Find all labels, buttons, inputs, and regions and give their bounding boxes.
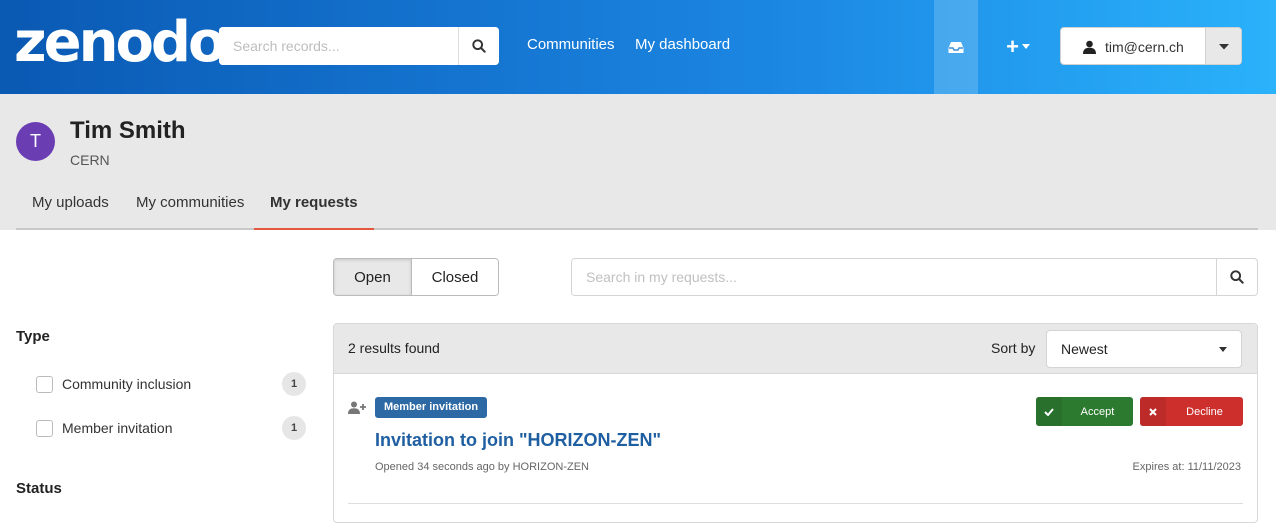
caret-down-icon [1219, 347, 1227, 352]
inbox-icon [948, 41, 964, 53]
profile-name: Tim Smith [70, 117, 186, 144]
tab-my-uploads[interactable]: My uploads [16, 190, 125, 230]
dashboard-tabs: My uploads My communities My requests [16, 190, 1258, 230]
profile-organization: CERN [70, 152, 110, 168]
tab-my-communities[interactable]: My communities [120, 190, 260, 230]
sort-select[interactable]: Newest [1046, 330, 1242, 368]
facet-type-title: Type [16, 328, 50, 345]
new-upload-menu[interactable]: + [1000, 33, 1036, 61]
open-button[interactable]: Open [334, 259, 412, 295]
tab-my-requests[interactable]: My requests [254, 190, 374, 230]
request-expires: Expires at: 11/11/2023 [1132, 461, 1241, 473]
facet-checkbox[interactable] [36, 375, 53, 393]
requests-search-button[interactable] [1216, 259, 1257, 295]
global-search-input[interactable] [219, 27, 458, 65]
facet-label: Member invitation [62, 420, 173, 436]
results-count: 2 results found [348, 340, 440, 356]
user-plus-icon [348, 401, 366, 414]
decline-button-label: Decline [1186, 405, 1223, 418]
user-email: tim@cern.ch [1105, 39, 1184, 55]
request-meta: Opened 34 seconds ago by HORIZON-ZEN [375, 461, 589, 473]
requests-inbox-button[interactable] [934, 0, 978, 94]
sort-by-label: Sort by [991, 340, 1036, 356]
check-icon [1036, 397, 1062, 426]
requests-search-input[interactable] [572, 259, 1217, 295]
facet-status-title: Status [16, 480, 62, 497]
facet-item-member-invitation[interactable]: Member invitation 1 [36, 416, 306, 440]
zenodo-logo[interactable]: zenodo [14, 14, 226, 72]
search-icon [472, 39, 486, 53]
user-menu-button[interactable]: tim@cern.ch [1061, 28, 1207, 64]
request-status-toggle: Open Closed [333, 258, 499, 296]
facet-item-community-inclusion[interactable]: Community inclusion 1 [36, 372, 306, 396]
facet-count: 1 [282, 372, 306, 396]
global-search-button[interactable] [458, 27, 499, 65]
facet-checkbox[interactable] [36, 419, 53, 437]
caret-down-icon [1218, 44, 1229, 50]
facet-count: 1 [282, 416, 306, 440]
sort-select-value: Newest [1061, 341, 1108, 357]
facet-label: Community inclusion [62, 376, 192, 392]
profile-header: T Tim Smith CERN My uploads My communiti… [0, 94, 1276, 230]
results-header: 2 results found Sort by Newest [334, 324, 1257, 374]
top-navbar: zenodo Communities My dashboard + tim@ce… [0, 0, 1276, 94]
search-icon [1230, 270, 1244, 284]
request-title-link[interactable]: Invitation to join "HORIZON-ZEN" [375, 430, 661, 451]
user-menu: tim@cern.ch [1060, 27, 1242, 65]
close-icon [1140, 397, 1166, 426]
global-search [219, 27, 499, 65]
caret-down-icon [1021, 44, 1030, 49]
plus-icon: + [1006, 34, 1019, 59]
user-icon [1083, 40, 1096, 54]
nav-communities[interactable]: Communities [527, 36, 615, 53]
results-panel: 2 results found Sort by Newest Member in… [333, 323, 1258, 523]
result-divider [348, 503, 1243, 504]
user-menu-dropdown-toggle[interactable] [1205, 28, 1241, 64]
accept-button-label: Accept [1080, 405, 1115, 418]
decline-button[interactable]: Decline [1140, 397, 1243, 426]
nav-my-dashboard[interactable]: My dashboard [635, 36, 730, 53]
avatar: T [16, 122, 55, 161]
accept-button[interactable]: Accept [1036, 397, 1133, 426]
requests-search [571, 258, 1258, 296]
closed-button[interactable]: Closed [412, 259, 498, 295]
request-type-badge: Member invitation [375, 397, 488, 418]
